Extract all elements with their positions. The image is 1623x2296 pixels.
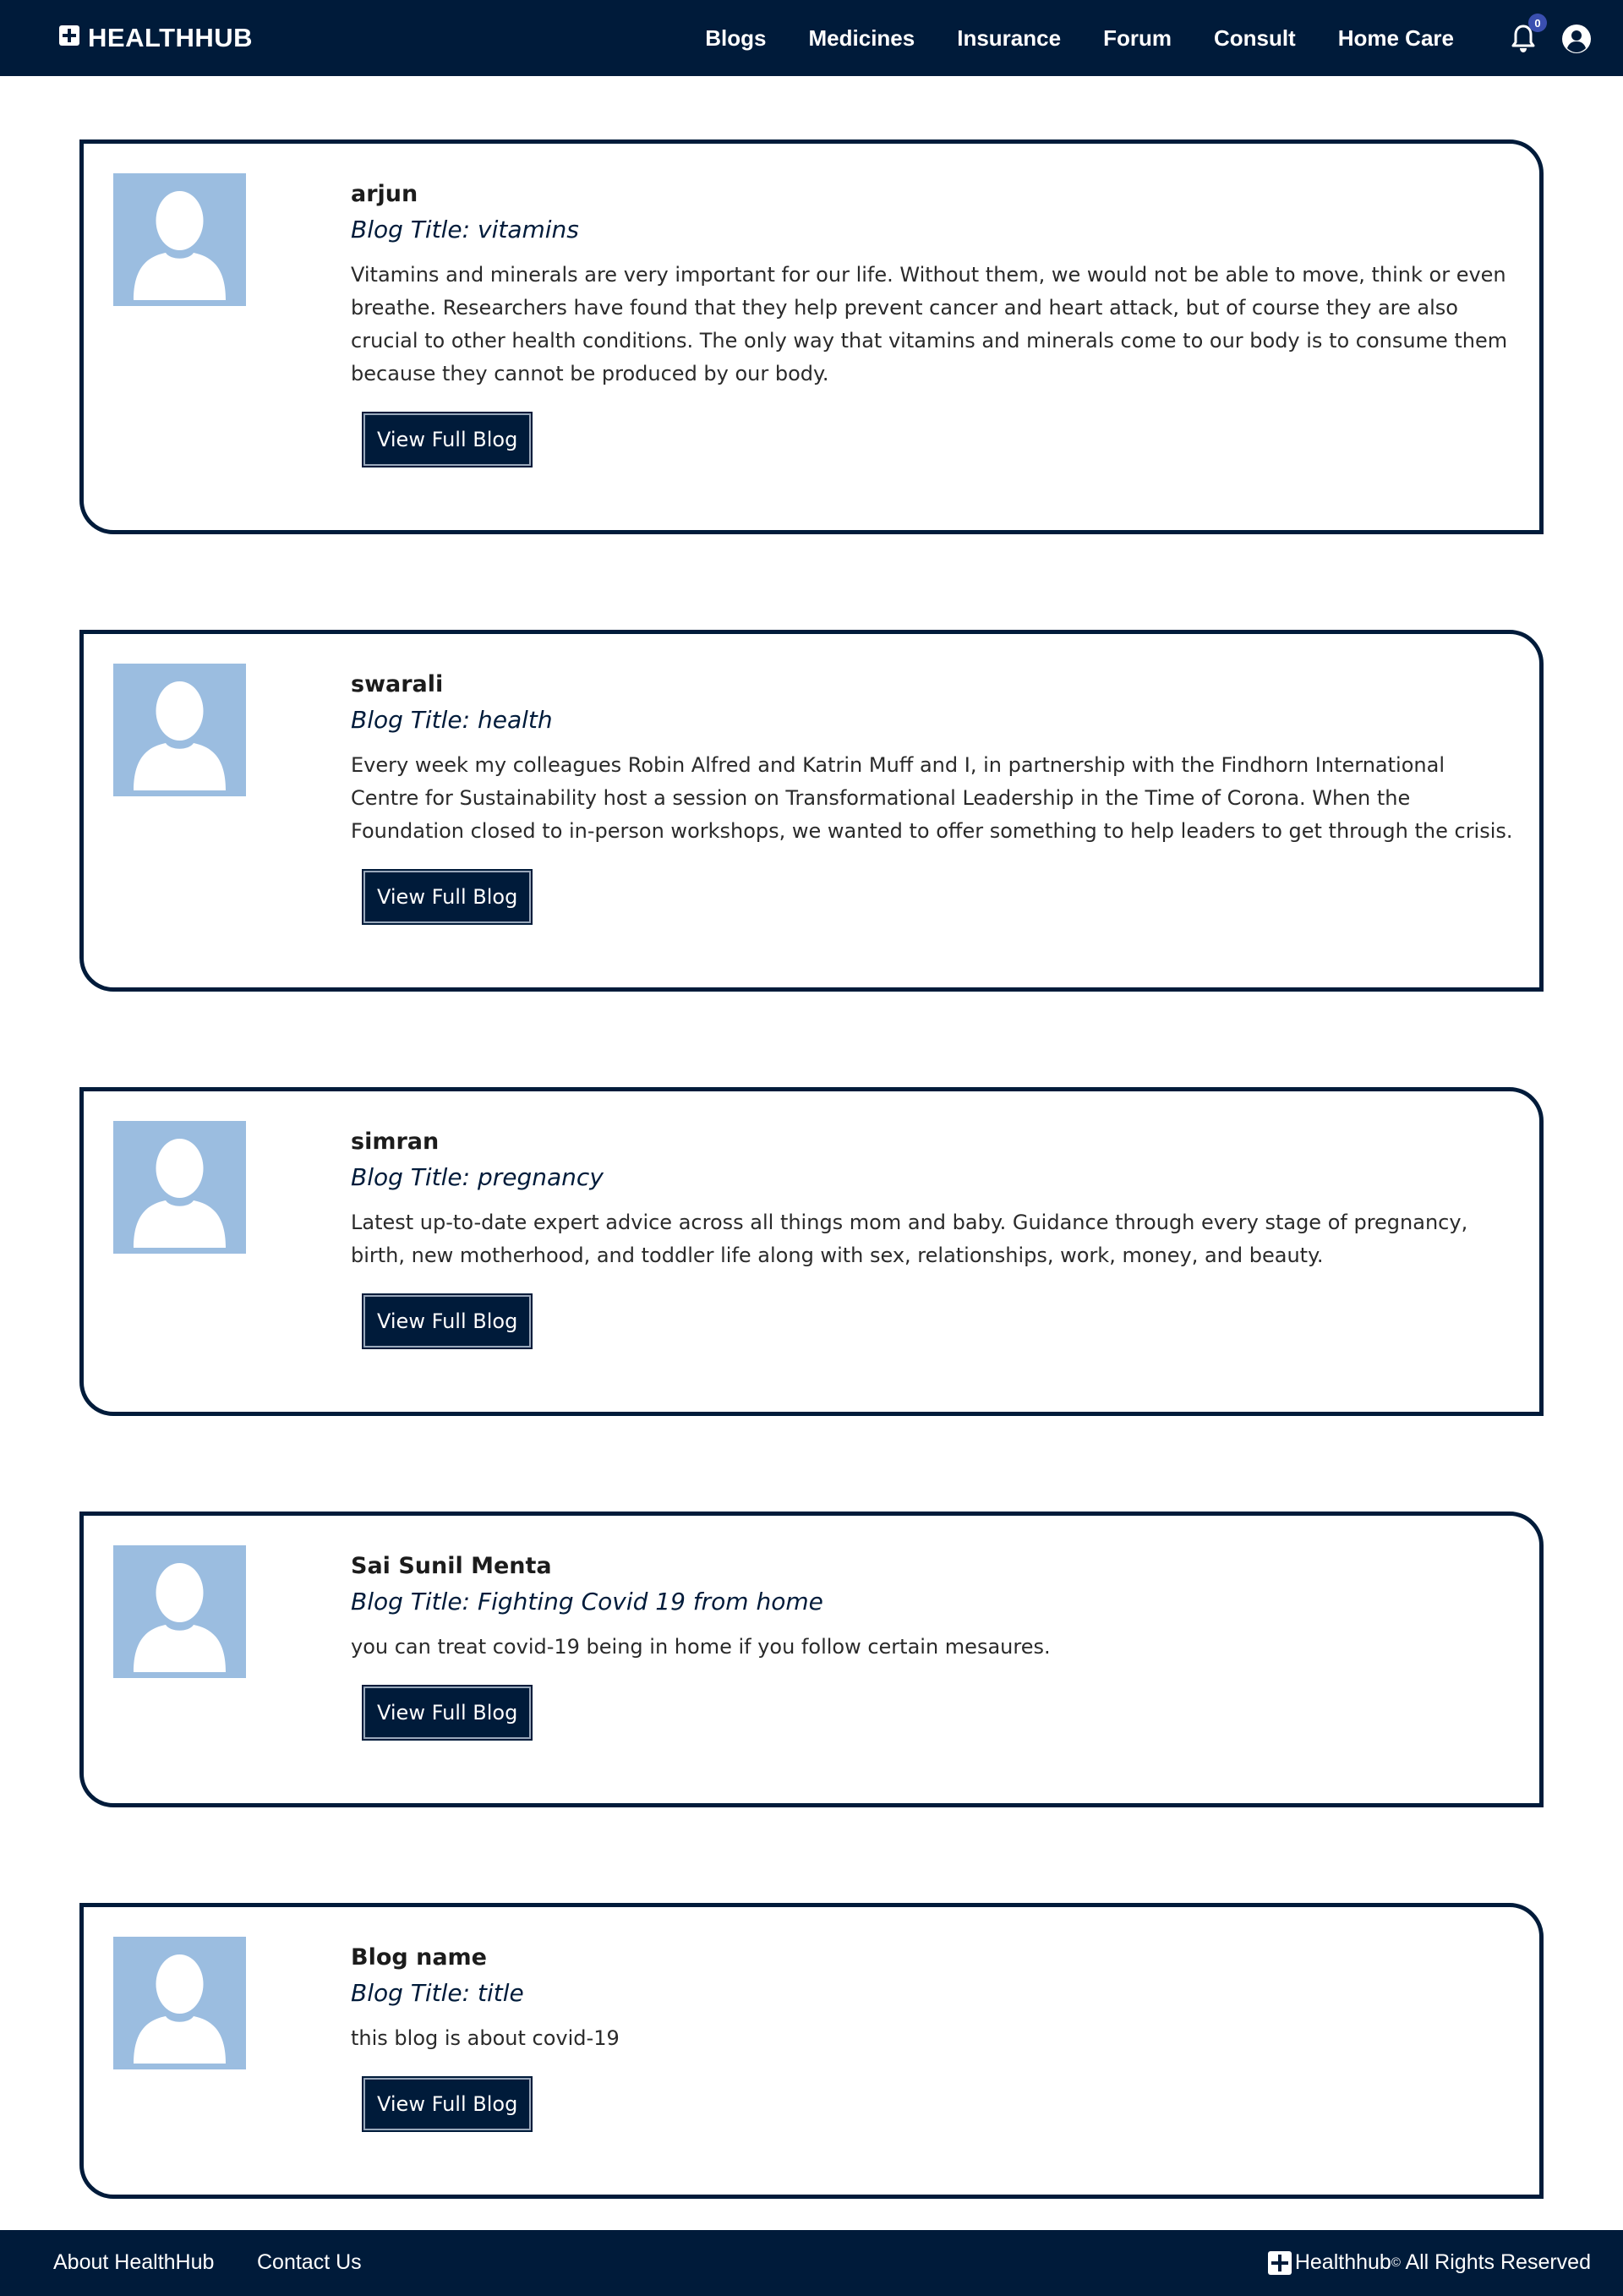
view-full-blog-button[interactable]: View Full Blog [361, 869, 533, 925]
blog-card: arjun Blog Title: vitamins Vitamins and … [79, 139, 1544, 534]
view-full-blog-button[interactable]: View Full Blog [361, 1685, 533, 1741]
brand-name: HEALTHHUB [88, 23, 254, 52]
copyright-symbol: © [1391, 2255, 1401, 2270]
blog-title: Blog Title: Fighting Covid 19 from home [351, 1588, 823, 1615]
footer: About HealthHub Contact Us Healthhub © Al… [0, 2230, 1623, 2296]
avatar [113, 664, 246, 796]
user-silhouette-icon [134, 1139, 226, 1248]
blog-excerpt: Vitamins and minerals are very important… [351, 263, 1508, 385]
blog-author: swarali [351, 671, 444, 697]
blog-excerpt: Latest up-to-date expert advice across a… [351, 1211, 1468, 1267]
view-full-blog-button[interactable]: View Full Blog [361, 2076, 533, 2132]
blog-card: Blog name Blog Title: title this blog is… [79, 1903, 1544, 2199]
blog-title: Blog Title: title [351, 1979, 524, 2007]
avatar [113, 1121, 246, 1254]
notification-badge: 0 [1528, 14, 1547, 32]
avatar [113, 1937, 246, 2069]
blog-title: Blog Title: vitamins [351, 216, 579, 243]
blog-card: Sai Sunil Menta Blog Title: Fighting Cov… [79, 1512, 1544, 1807]
blog-excerpt: you can treat covid-19 being in home if … [351, 1635, 1051, 1659]
blog-content: arjun Blog Title: vitamins Vitamins and … [351, 178, 1514, 467]
top-navbar: HEALTHHUB Blogs Medicines Insurance Foru… [0, 0, 1623, 76]
brand-logo[interactable]: HEALTHHUB [59, 0, 253, 76]
footer-copyright: Healthhub © All Rights Reserved [1267, 2250, 1591, 2275]
blog-excerpt: Every week my colleagues Robin Alfred an… [351, 753, 1513, 843]
blog-author: Sai Sunil Menta [351, 1553, 552, 1579]
view-full-blog-button[interactable]: View Full Blog [361, 1293, 533, 1349]
copyright-brand: Healthhub [1294, 2250, 1391, 2274]
user-circle-icon[interactable] [1561, 24, 1592, 54]
nav-links: Blogs Medicines Insurance Forum Consult … [663, 0, 1454, 76]
copyright-text: All Rights Reserved [1400, 2250, 1591, 2274]
blog-content: simran Blog Title: pregnancy Latest up-t… [351, 1125, 1514, 1349]
blog-title: Blog Title: health [351, 706, 553, 734]
avatar [113, 1545, 246, 1678]
nav-link-medicines[interactable]: Medicines [809, 25, 915, 52]
blog-card: simran Blog Title: pregnancy Latest up-t… [79, 1087, 1544, 1416]
user-silhouette-icon [134, 1563, 226, 1672]
blog-card: swarali Blog Title: health Every week my… [79, 630, 1544, 992]
nav-link-forum[interactable]: Forum [1103, 25, 1172, 52]
plus-logo-icon [1267, 2250, 1292, 2275]
footer-link-about[interactable]: About HealthHub [53, 2250, 214, 2275]
nav-link-insurance[interactable]: Insurance [957, 25, 1061, 52]
nav-link-consult[interactable]: Consult [1214, 25, 1296, 52]
blog-content: Blog name Blog Title: title this blog is… [351, 1941, 1514, 2132]
view-full-blog-button[interactable]: View Full Blog [361, 412, 533, 467]
user-silhouette-icon [134, 191, 226, 300]
footer-link-contact[interactable]: Contact Us [257, 2250, 362, 2275]
nav-link-home-care[interactable]: Home Care [1338, 25, 1454, 52]
blog-author: Blog name [351, 1944, 487, 1971]
blog-author: arjun [351, 181, 418, 207]
blog-title: Blog Title: pregnancy [351, 1163, 604, 1191]
user-silhouette-icon [134, 1954, 226, 2064]
nav-link-blogs[interactable]: Blogs [705, 25, 766, 52]
plus-logo-icon [59, 25, 79, 46]
user-silhouette-icon [134, 681, 226, 790]
avatar [113, 173, 246, 306]
blog-content: swarali Blog Title: health Every week my… [351, 668, 1514, 925]
blog-excerpt: this blog is about covid-19 [351, 2026, 620, 2050]
blog-content: Sai Sunil Menta Blog Title: Fighting Cov… [351, 1550, 1514, 1741]
blog-author: simran [351, 1129, 440, 1155]
